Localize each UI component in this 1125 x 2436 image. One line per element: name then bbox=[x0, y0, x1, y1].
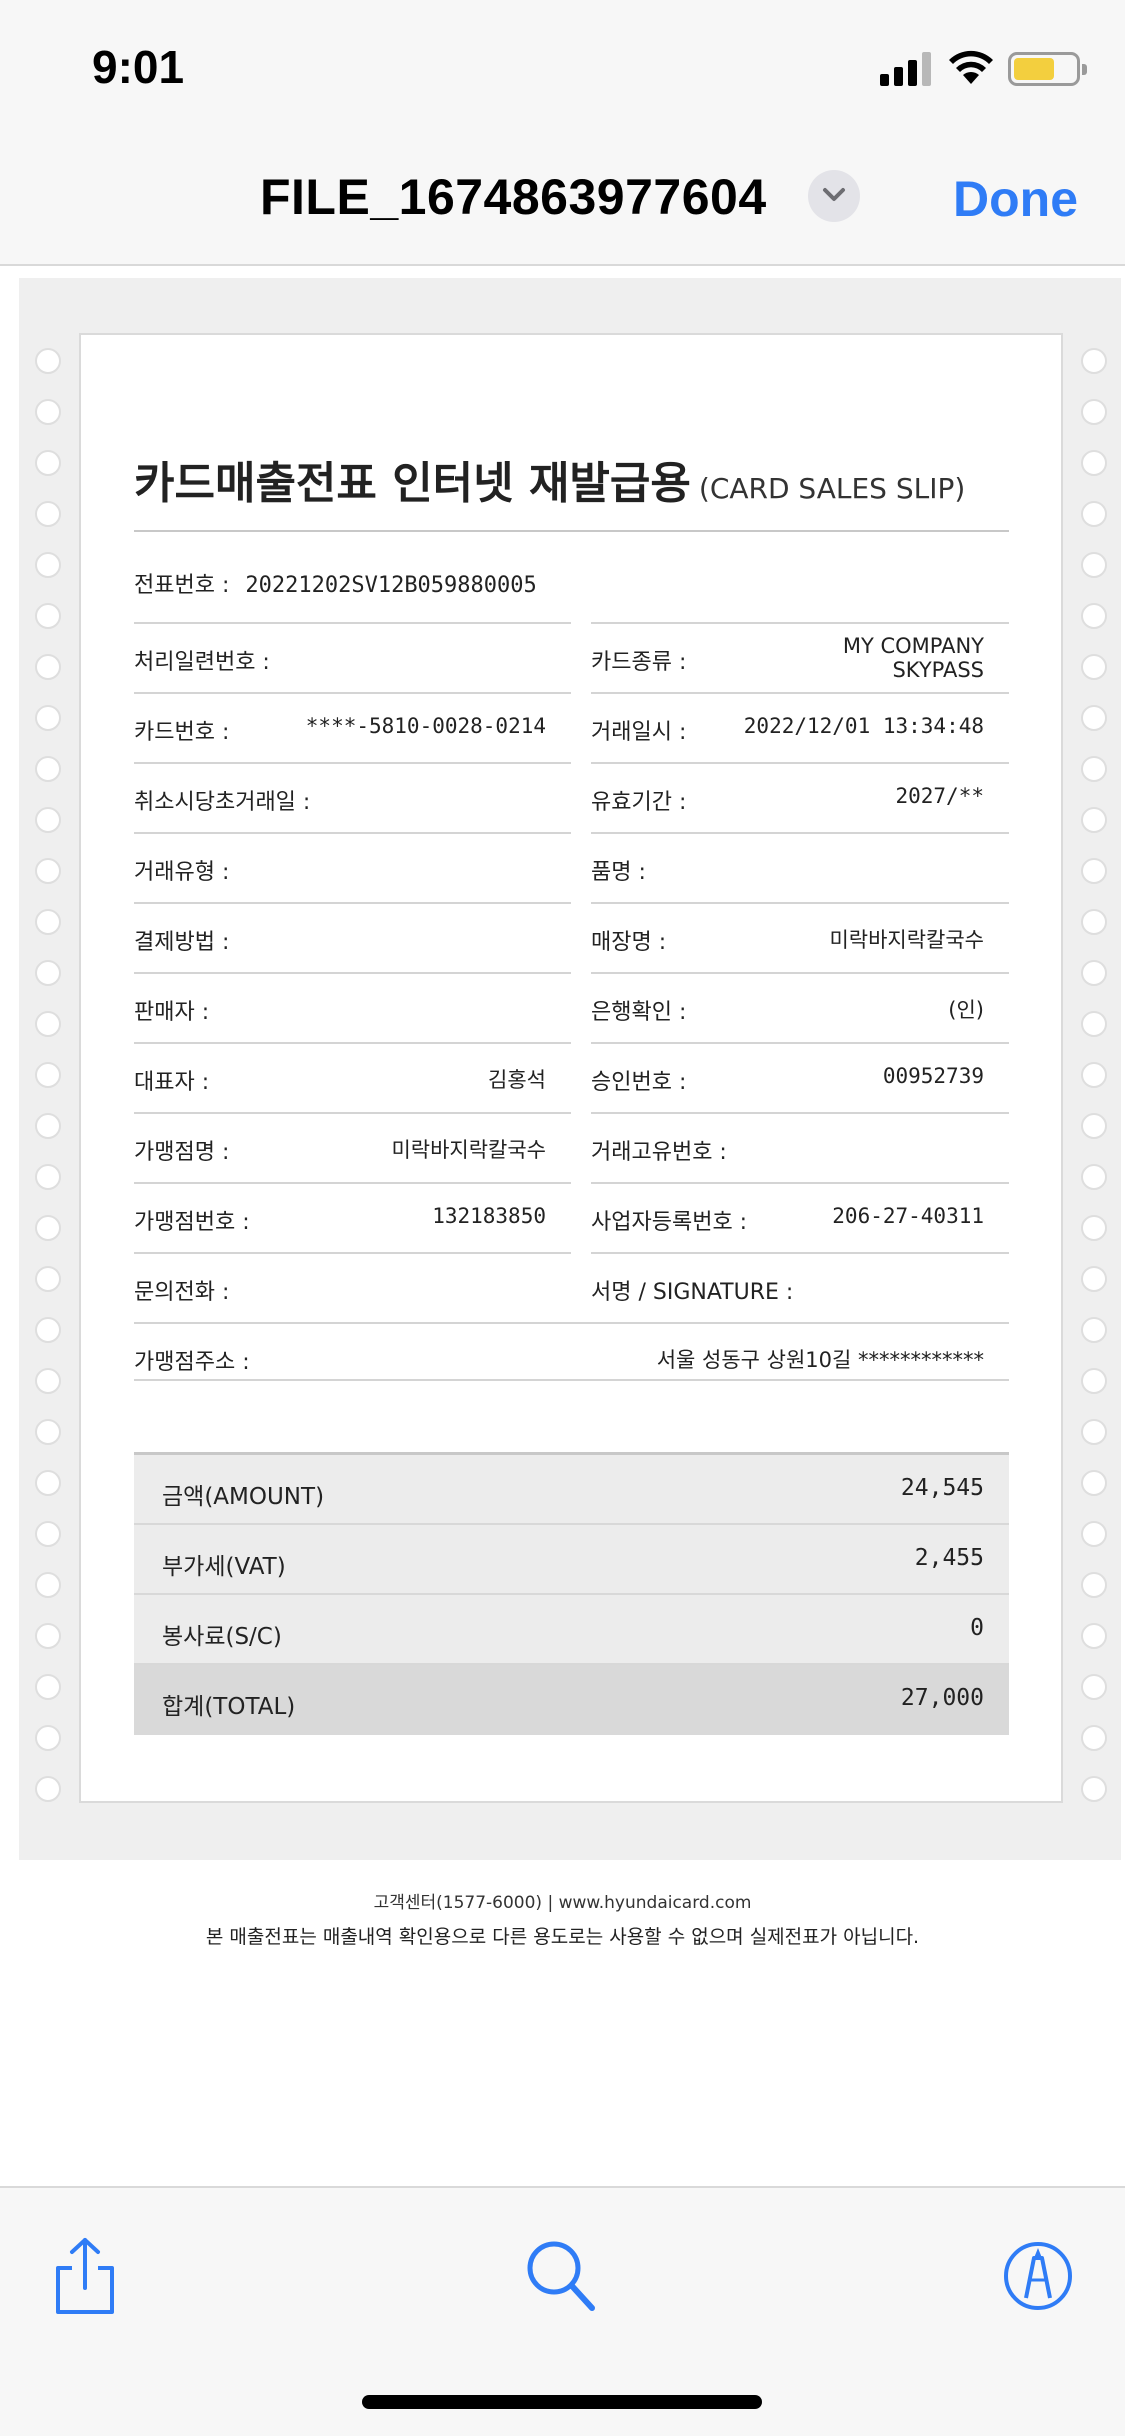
field-value: 김홍석 bbox=[488, 1068, 546, 1092]
field-label: 가맹점주소 : bbox=[134, 1350, 250, 1375]
field-value: 206-27-40311 bbox=[832, 1204, 984, 1228]
field-label: 사업자등록번호 : bbox=[591, 1210, 748, 1235]
field-ceo: 대표자 : 김홍석 bbox=[134, 1042, 571, 1112]
chevron-down-icon bbox=[823, 188, 845, 201]
battery-icon bbox=[1008, 52, 1087, 86]
status-time: 9:01 bbox=[92, 41, 185, 93]
field-expiry: 유효기간 : 2027/** bbox=[591, 762, 1009, 832]
field-value: 미락바지락칼국수 bbox=[391, 1138, 546, 1162]
divider bbox=[134, 530, 1009, 532]
field-cancel-original-date: 취소시당초거래일 : bbox=[134, 762, 571, 832]
field-value: MY COMPANY SKYPASS bbox=[842, 634, 984, 682]
totals-value: 2,455 bbox=[914, 1545, 984, 1571]
slip-title: 카드매출전표 인터넷 재발급용 (CARD SALES SLIP) bbox=[134, 447, 965, 511]
totals-value: 27,000 bbox=[900, 1685, 984, 1711]
field-label: 매장명 : bbox=[591, 930, 667, 955]
field-serial: 처리일련번호 : bbox=[134, 622, 571, 692]
perforation-right bbox=[1081, 348, 1111, 1827]
divider bbox=[134, 1379, 1009, 1381]
field-label: 은행확인 : bbox=[591, 1000, 687, 1025]
markup-button[interactable] bbox=[1000, 2236, 1080, 2316]
field-store-name: 매장명 : 미락바지락칼국수 bbox=[591, 902, 1009, 972]
field-card-type: 카드종류 : MY COMPANY SKYPASS bbox=[591, 622, 1009, 692]
field-card-number: 카드번호 : ****-5810-0028-0214 bbox=[134, 692, 571, 762]
totals-row-total: 합계(TOTAL) 27,000 bbox=[134, 1665, 1009, 1735]
home-indicator[interactable] bbox=[362, 2395, 762, 2409]
search-icon bbox=[527, 2241, 595, 2311]
title-menu-chevron-button[interactable] bbox=[808, 170, 860, 222]
field-label: 거래유형 : bbox=[134, 860, 230, 885]
field-value: 2027/** bbox=[895, 784, 984, 808]
slip-number: 전표번호 : 20221202SV12B059880005 bbox=[134, 567, 537, 599]
field-value: 132183850 bbox=[432, 1204, 546, 1228]
wifi-icon bbox=[949, 50, 993, 84]
field-label: 가맹점번호 : bbox=[134, 1210, 250, 1235]
slip-number-value: 20221202SV12B059880005 bbox=[245, 573, 537, 598]
totals-label: 합계(TOTAL) bbox=[162, 1694, 296, 1720]
search-button[interactable] bbox=[522, 2236, 602, 2316]
slip-title-korean: 카드매출전표 인터넷 재발급용 bbox=[134, 458, 691, 509]
field-label: 승인번호 : bbox=[591, 1070, 687, 1095]
perforation-left bbox=[35, 348, 65, 1827]
slip-title-english: (CARD SALES SLIP) bbox=[698, 472, 966, 505]
field-value: ****-5810-0028-0214 bbox=[305, 714, 546, 738]
field-bank-confirm: 은행확인 : (인) bbox=[591, 972, 1009, 1042]
field-label: 거래고유번호 : bbox=[591, 1140, 727, 1165]
field-merchant-address: 가맹점주소 : 서울 성동구 상원10길 ************ bbox=[134, 1322, 1009, 1392]
status-bar: 9:01 bbox=[0, 0, 1125, 130]
totals-label: 봉사료(S/C) bbox=[162, 1624, 282, 1650]
field-value: 00952739 bbox=[882, 1064, 984, 1088]
field-label: 가맹점명 : bbox=[134, 1140, 230, 1165]
totals-row-service-charge: 봉사료(S/C) 0 bbox=[134, 1595, 1009, 1665]
field-phone: 문의전화 : bbox=[134, 1252, 571, 1322]
field-merchant-number: 가맹점번호 : 132183850 bbox=[134, 1182, 571, 1252]
totals-label: 부가세(VAT) bbox=[162, 1554, 286, 1580]
field-item: 품명 : bbox=[591, 832, 1009, 902]
field-label: 카드번호 : bbox=[134, 720, 230, 745]
share-button[interactable] bbox=[44, 2236, 124, 2316]
field-transaction-unique-number: 거래고유번호 : bbox=[591, 1112, 1009, 1182]
field-payment-method: 결제방법 : bbox=[134, 902, 571, 972]
field-label: 판매자 : bbox=[134, 1000, 210, 1025]
field-label: 서명 / SIGNATURE : bbox=[591, 1280, 794, 1305]
field-transaction-type: 거래유형 : bbox=[134, 832, 571, 902]
field-seller: 판매자 : bbox=[134, 972, 571, 1042]
field-label: 품명 : bbox=[591, 860, 646, 885]
field-business-registration: 사업자등록번호 : 206-27-40311 bbox=[591, 1182, 1009, 1252]
field-label: 유효기간 : bbox=[591, 790, 687, 815]
field-label: 거래일시 : bbox=[591, 720, 687, 745]
totals-row-amount: 금액(AMOUNT) 24,545 bbox=[134, 1455, 1009, 1525]
field-label: 처리일련번호 : bbox=[134, 650, 270, 675]
field-transaction-datetime: 거래일시 : 2022/12/01 13:34:48 bbox=[591, 692, 1009, 762]
field-label: 문의전화 : bbox=[134, 1280, 230, 1305]
field-value: 2022/12/01 13:34:48 bbox=[743, 714, 984, 738]
totals-value: 0 bbox=[970, 1615, 984, 1641]
field-value: 미락바지락칼국수 bbox=[829, 928, 984, 952]
field-label: 취소시당초거래일 : bbox=[134, 790, 311, 815]
field-value: (인) bbox=[948, 998, 984, 1022]
footer-contact: 고객센터(1577-6000) | www.hyundaicard.com bbox=[373, 1893, 752, 1913]
nav-bar: FILE_1674863977604 Done bbox=[0, 130, 1125, 266]
field-label: 대표자 : bbox=[134, 1070, 210, 1095]
field-signature: 서명 / SIGNATURE : bbox=[591, 1252, 1009, 1322]
sales-slip: 카드매출전표 인터넷 재발급용 (CARD SALES SLIP) 전표번호 : 2… bbox=[79, 333, 1063, 1803]
field-merchant-name: 가맹점명 : 미락바지락칼국수 bbox=[134, 1112, 571, 1182]
share-icon bbox=[56, 2238, 114, 2314]
footer-notice: 본 매출전표는 매출내역 확인용으로 다른 용도로는 사용할 수 없으며 실제전… bbox=[205, 1926, 920, 1948]
field-approval-number: 승인번호 : 00952739 bbox=[591, 1042, 1009, 1112]
totals-row-vat: 부가세(VAT) 2,455 bbox=[134, 1525, 1009, 1595]
document-preview[interactable]: 카드매출전표 인터넷 재발급용 (CARD SALES SLIP) 전표번호 : 2… bbox=[19, 278, 1121, 1860]
cellular-signal-icon bbox=[880, 50, 932, 86]
file-title[interactable]: FILE_1674863977604 bbox=[260, 168, 767, 226]
markup-pen-icon bbox=[1004, 2242, 1072, 2310]
field-value: 서울 성동구 상원10길 ************ bbox=[656, 1348, 984, 1372]
totals-label: 금액(AMOUNT) bbox=[162, 1484, 325, 1510]
totals-table: 금액(AMOUNT) 24,545 부가세(VAT) 2,455 봉사료(S/C… bbox=[134, 1452, 1009, 1735]
field-label: 카드종류 : bbox=[591, 650, 687, 675]
totals-value: 24,545 bbox=[900, 1475, 984, 1501]
done-button[interactable]: Done bbox=[953, 170, 1078, 228]
slip-number-label: 전표번호 : bbox=[134, 573, 230, 598]
field-label: 결제방법 : bbox=[134, 930, 230, 955]
